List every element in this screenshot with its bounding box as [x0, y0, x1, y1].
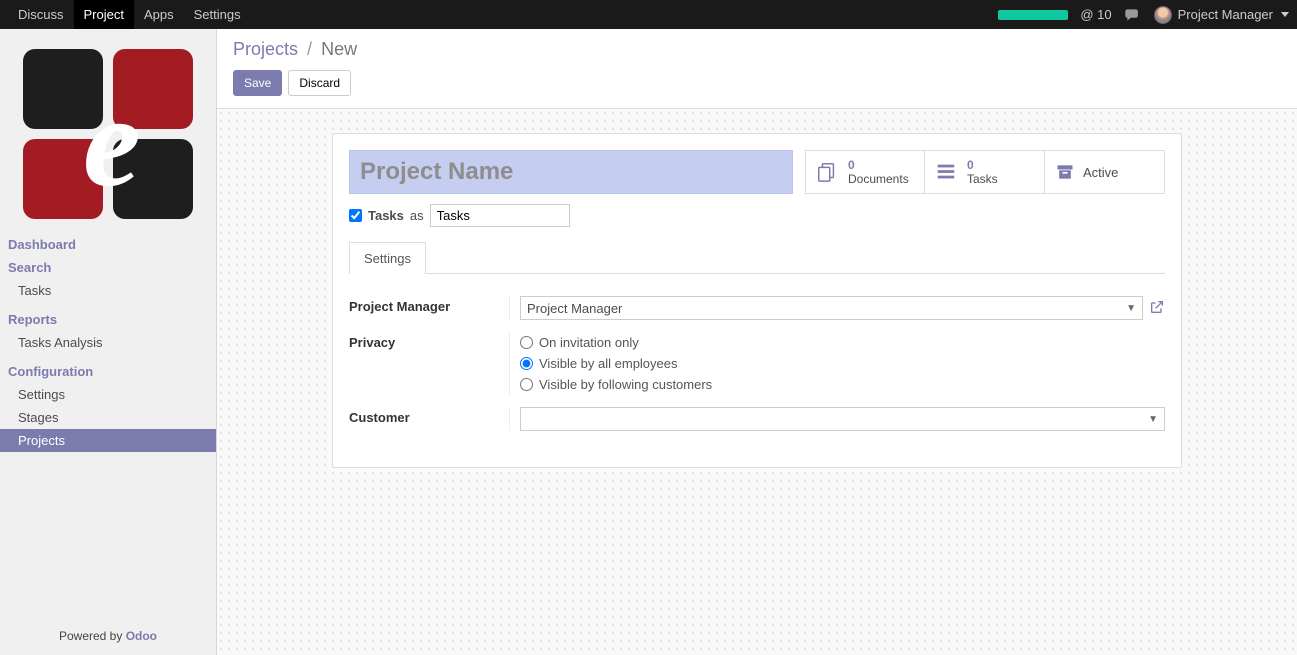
progress-bar[interactable]	[998, 10, 1068, 20]
tasks-checkbox[interactable]	[349, 209, 362, 222]
chat-icon[interactable]	[1124, 6, 1142, 24]
breadcrumb-current: New	[321, 39, 357, 59]
stat-tasks[interactable]: 0 Tasks	[925, 150, 1045, 194]
sidebar-reports[interactable]: Reports	[0, 308, 216, 331]
nav-apps[interactable]: Apps	[134, 0, 184, 29]
nav-discuss[interactable]: Discuss	[8, 0, 74, 29]
privacy-opt3-label: Visible by following customers	[539, 377, 712, 392]
sidebar-dashboard[interactable]: Dashboard	[0, 233, 216, 256]
save-button[interactable]: Save	[233, 70, 282, 96]
privacy-option-employees[interactable]: Visible by all employees	[520, 353, 1165, 374]
sidebar-item-settings[interactable]: Settings	[0, 383, 216, 406]
mentions-count[interactable]: @ 10	[1080, 7, 1111, 22]
user-menu[interactable]: Project Manager	[1154, 6, 1289, 24]
sidebar-footer: Powered by Odoo	[0, 621, 216, 655]
discard-button[interactable]: Discard	[288, 70, 351, 96]
privacy-label: Privacy	[349, 332, 509, 350]
top-nav: Discuss Project Apps Settings @ 10 Proje…	[0, 0, 1297, 29]
form-sheet: 0 Documents 0 Tasks	[332, 133, 1182, 468]
stat-active[interactable]: Active	[1045, 150, 1165, 194]
sidebar-item-stages[interactable]: Stages	[0, 406, 216, 429]
chevron-down-icon: ▼	[1126, 303, 1136, 314]
tasks-checkbox-label: Tasks	[368, 208, 404, 223]
chevron-down-icon: ▼	[1148, 414, 1158, 425]
active-label: Active	[1083, 165, 1118, 180]
stat-documents[interactable]: 0 Documents	[805, 150, 925, 194]
archive-icon	[1055, 162, 1075, 182]
logo[interactable]: e	[0, 29, 216, 229]
nav-settings[interactable]: Settings	[184, 0, 251, 29]
documents-count: 0	[848, 158, 909, 172]
sidebar: e Dashboard Search Tasks Reports Tasks A…	[0, 29, 217, 655]
privacy-option-invitation[interactable]: On invitation only	[520, 332, 1165, 353]
customer-select[interactable]: ▼	[520, 407, 1165, 431]
nav-project[interactable]: Project	[74, 0, 134, 29]
breadcrumb-projects[interactable]: Projects	[233, 39, 298, 59]
avatar-icon	[1154, 6, 1172, 24]
odoo-link[interactable]: Odoo	[126, 629, 157, 643]
tasks-as-label: as	[410, 208, 424, 223]
radio-employees[interactable]	[520, 357, 533, 370]
tasks-alias-input[interactable]	[430, 204, 570, 227]
tab-settings[interactable]: Settings	[349, 242, 426, 274]
customer-label: Customer	[349, 407, 509, 425]
tasks-count: 0	[967, 158, 998, 172]
chevron-down-icon	[1281, 12, 1289, 17]
breadcrumb: Projects / New	[233, 39, 1281, 60]
project-manager-value: Project Manager	[527, 301, 622, 316]
external-link-icon[interactable]	[1149, 299, 1165, 318]
breadcrumb-sep: /	[307, 39, 312, 59]
documents-label: Documents	[848, 172, 909, 186]
sidebar-item-tasks-analysis[interactable]: Tasks Analysis	[0, 331, 216, 354]
radio-customers[interactable]	[520, 378, 533, 391]
documents-icon	[816, 161, 838, 183]
sidebar-item-tasks[interactable]: Tasks	[0, 279, 216, 302]
privacy-opt1-label: On invitation only	[539, 335, 639, 350]
tasks-label: Tasks	[967, 172, 998, 186]
username-label: Project Manager	[1178, 7, 1273, 22]
sidebar-item-projects[interactable]: Projects	[0, 429, 216, 452]
control-panel: Projects / New Save Discard	[217, 29, 1297, 109]
privacy-opt2-label: Visible by all employees	[539, 356, 678, 371]
project-manager-label: Project Manager	[349, 296, 509, 314]
sidebar-search[interactable]: Search	[0, 256, 216, 279]
tasks-icon	[935, 161, 957, 183]
sidebar-configuration[interactable]: Configuration	[0, 360, 216, 383]
radio-invitation[interactable]	[520, 336, 533, 349]
powered-by-label: Powered by	[59, 629, 126, 643]
project-name-input[interactable]	[349, 150, 793, 194]
project-manager-select[interactable]: Project Manager ▼	[520, 296, 1143, 320]
privacy-option-customers[interactable]: Visible by following customers	[520, 374, 1165, 395]
